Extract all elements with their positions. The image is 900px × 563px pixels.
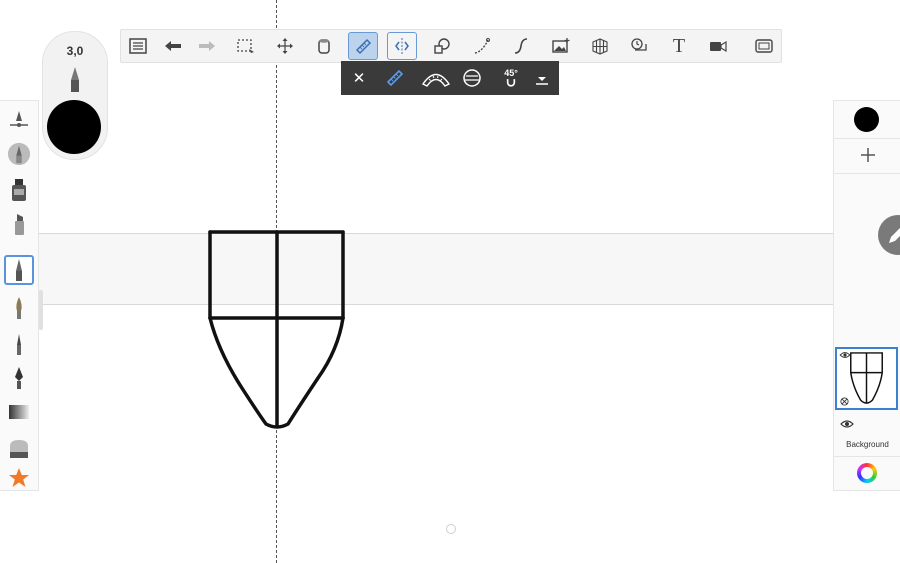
brush-eraser[interactable] [4,434,34,464]
ruler-button[interactable] [348,32,378,60]
image-button[interactable] [546,32,576,60]
ballpoint-pen-icon [16,259,22,281]
ellipse-ruler-icon [463,69,481,87]
brush-paint[interactable] [4,293,34,323]
brush-fineliner[interactable] [4,329,34,359]
airbrush-icon [9,405,29,419]
list-icon [129,38,147,54]
fill-button[interactable] [309,32,339,60]
brush-fountain-pen[interactable] [4,363,34,393]
blend-mode-icon[interactable] [840,397,849,406]
main-toolbar: T [120,29,782,63]
ruler-menu-button[interactable] [527,64,557,92]
shapes-button[interactable] [427,32,457,60]
brush-puck[interactable]: 3,0 [42,31,108,160]
move-arrows-icon [277,38,293,54]
time-lapse-button[interactable] [624,32,654,60]
angle-snap-label: 45° [504,68,518,78]
curve-icon [474,38,490,54]
marker-tool-icon [12,179,26,201]
brush-ballpoint[interactable] [4,255,34,285]
favorites-brushes-button[interactable] [4,463,34,493]
perspective-button[interactable] [585,32,615,60]
brush-size-label[interactable]: 3,0 [43,44,107,58]
layers-list-button[interactable] [123,32,153,60]
bucket-icon [318,39,330,54]
brush-marker[interactable] [4,175,34,205]
eraser-icon [10,440,28,458]
selection-icon [237,39,254,53]
pencil-tool-icon [7,142,31,166]
background-eye-icon[interactable] [840,419,854,429]
undo-button[interactable] [158,32,188,60]
layer-color-swatch[interactable] [854,107,879,132]
edit-fab-button[interactable] [878,215,900,255]
video-button[interactable] [703,32,733,60]
collapse-icon [536,77,548,85]
eye-icon[interactable] [839,351,851,359]
close-ruler-button[interactable]: ✕ [344,64,374,92]
curve-button[interactable] [467,32,497,60]
fountain-pen-icon [15,367,23,389]
divider [834,138,900,139]
shapes-icon [434,38,450,54]
selection-button[interactable] [231,32,261,60]
divider [834,456,900,457]
brush-library-panel [0,100,39,491]
brush-properties-button[interactable] [4,105,34,135]
brush-tip-icon [71,67,79,92]
brush-chisel[interactable] [4,209,34,239]
current-color-swatch[interactable] [47,100,101,154]
fullscreen-button[interactable] [749,32,779,60]
background-layer-label[interactable]: Background [834,440,900,449]
time-lapse-icon [631,38,647,51]
curved-ruler-icon [421,73,451,87]
straight-ruler-button[interactable] [380,64,410,92]
ellipse-ruler-button[interactable] [457,64,487,92]
ruler-options-bar: ✕ 45° [341,61,559,95]
symmetry-icon [395,38,409,54]
straight-ruler-icon [386,69,404,87]
add-layer-button[interactable] [854,141,881,168]
brush-airbrush[interactable] [4,397,34,427]
text-tool-icon: T [672,34,686,57]
paintbrush-icon [16,297,22,319]
fineliner-icon [17,334,21,355]
color-wheel-icon[interactable] [857,463,877,483]
canvas-drawing [208,230,345,429]
brush-pencil-round[interactable] [4,139,34,169]
angle-snap-button[interactable]: 45° [496,64,526,92]
ruler-guide[interactable] [38,233,834,305]
layer-panel: Background [833,100,900,491]
stroke-icon [514,38,528,54]
redo-icon [199,41,215,51]
undo-icon [165,41,181,51]
video-camera-icon [710,40,727,53]
pencil-icon [889,228,900,243]
plus-icon [860,147,875,162]
ruler-icon [355,38,372,55]
text-button[interactable]: T [664,32,694,60]
fullscreen-icon [755,39,773,53]
curved-ruler-button[interactable] [418,64,454,92]
stroke-button[interactable] [506,32,536,60]
divider [834,173,900,174]
star-icon [9,468,29,487]
chisel-marker-icon [15,214,24,235]
canvas-center-indicator [446,524,456,534]
layer-thumbnail[interactable] [835,347,898,410]
symmetry-button[interactable] [387,32,417,60]
image-icon [552,38,570,53]
redo-button[interactable] [192,32,222,60]
brush-settings-icon [10,111,28,127]
perspective-grid-icon [592,38,608,55]
brush-panel-grip[interactable] [39,290,43,330]
magnet-icon [506,79,516,87]
transform-button[interactable] [270,32,300,60]
